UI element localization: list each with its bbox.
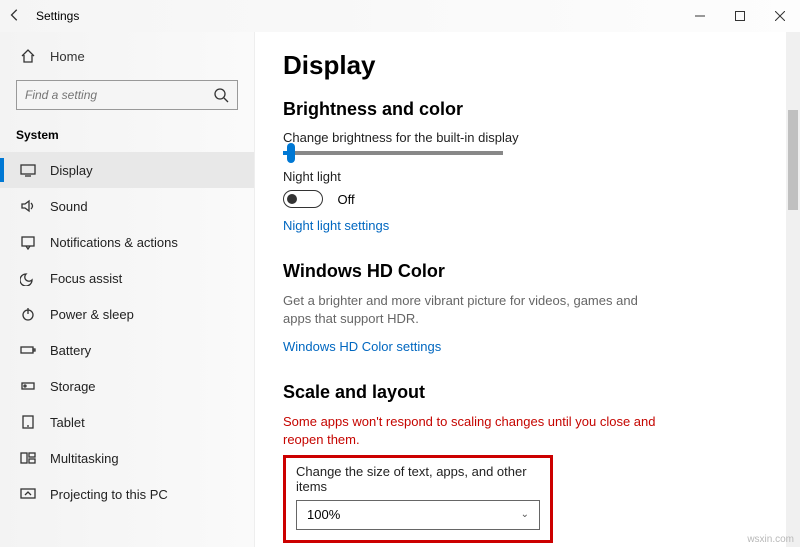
tablet-icon xyxy=(20,414,36,430)
home-icon xyxy=(20,48,36,64)
search-box[interactable] xyxy=(16,80,238,110)
section-hd-title: Windows HD Color xyxy=(283,261,772,282)
scale-select-highlight: Change the size of text, apps, and other… xyxy=(283,455,553,543)
projecting-icon xyxy=(20,486,36,502)
sidebar-item-label: Multitasking xyxy=(50,451,119,466)
sidebar-item-label: Power & sleep xyxy=(50,307,134,322)
multitasking-icon xyxy=(20,450,36,466)
battery-icon xyxy=(20,342,36,358)
night-light-toggle[interactable] xyxy=(283,190,323,208)
window-title: Settings xyxy=(30,9,79,23)
sidebar-item-storage[interactable]: Storage xyxy=(0,368,254,404)
maximize-button[interactable] xyxy=(720,0,760,32)
titlebar: Settings xyxy=(0,0,800,32)
sidebar-item-multitasking[interactable]: Multitasking xyxy=(0,440,254,476)
sidebar-item-label: Projecting to this PC xyxy=(50,487,168,502)
brightness-slider[interactable] xyxy=(283,151,503,155)
sidebar-item-power-sleep[interactable]: Power & sleep xyxy=(0,296,254,332)
sidebar-item-label: Tablet xyxy=(50,415,85,430)
sidebar-home-label: Home xyxy=(50,49,85,64)
sidebar-item-battery[interactable]: Battery xyxy=(0,332,254,368)
power-icon xyxy=(20,306,36,322)
night-light-settings-link[interactable]: Night light settings xyxy=(283,218,389,233)
sidebar-item-display[interactable]: Display xyxy=(0,152,254,188)
brightness-slider-label: Change brightness for the built-in displ… xyxy=(283,130,772,145)
scale-warning: Some apps won't respond to scaling chang… xyxy=(283,413,663,449)
section-brightness-title: Brightness and color xyxy=(283,99,772,120)
sidebar-item-label: Battery xyxy=(50,343,91,358)
back-button[interactable] xyxy=(0,8,30,25)
close-button[interactable] xyxy=(760,0,800,32)
storage-icon xyxy=(20,378,36,394)
chevron-down-icon: ⌄ xyxy=(521,509,529,520)
hd-settings-link[interactable]: Windows HD Color settings xyxy=(283,339,441,354)
scale-select[interactable]: 100% ⌄ xyxy=(296,500,540,530)
sidebar-item-label: Display xyxy=(50,163,93,178)
search-input[interactable] xyxy=(25,88,213,102)
minimize-button[interactable] xyxy=(680,0,720,32)
sound-icon xyxy=(20,198,36,214)
notifications-icon xyxy=(20,234,36,250)
main-content: Display Brightness and color Change brig… xyxy=(255,32,800,547)
sidebar-item-tablet[interactable]: Tablet xyxy=(0,404,254,440)
sidebar-item-sound[interactable]: Sound xyxy=(0,188,254,224)
scale-select-label: Change the size of text, apps, and other… xyxy=(296,464,540,494)
sidebar-item-notifications[interactable]: Notifications & actions xyxy=(0,224,254,260)
sidebar-item-label: Sound xyxy=(50,199,88,214)
sidebar: Home System Display Sound Notifications … xyxy=(0,32,255,547)
page-title: Display xyxy=(283,50,772,81)
night-light-label: Night light xyxy=(283,169,772,184)
scrollbar-thumb[interactable] xyxy=(788,110,798,210)
sidebar-item-label: Notifications & actions xyxy=(50,235,178,250)
sidebar-item-label: Storage xyxy=(50,379,96,394)
sidebar-item-projecting[interactable]: Projecting to this PC xyxy=(0,476,254,512)
night-light-state: Off xyxy=(337,192,354,207)
section-scale-title: Scale and layout xyxy=(283,382,772,403)
display-icon xyxy=(20,162,36,178)
search-icon xyxy=(213,87,229,103)
sidebar-category: System xyxy=(0,120,254,152)
sidebar-home[interactable]: Home xyxy=(0,38,254,74)
scale-select-value: 100% xyxy=(307,507,340,522)
hd-desc: Get a brighter and more vibrant picture … xyxy=(283,292,663,328)
sidebar-item-focus-assist[interactable]: Focus assist xyxy=(0,260,254,296)
watermark: wsxin.com xyxy=(747,534,794,545)
scrollbar[interactable] xyxy=(786,32,800,547)
focus-assist-icon xyxy=(20,270,36,286)
sidebar-item-label: Focus assist xyxy=(50,271,122,286)
